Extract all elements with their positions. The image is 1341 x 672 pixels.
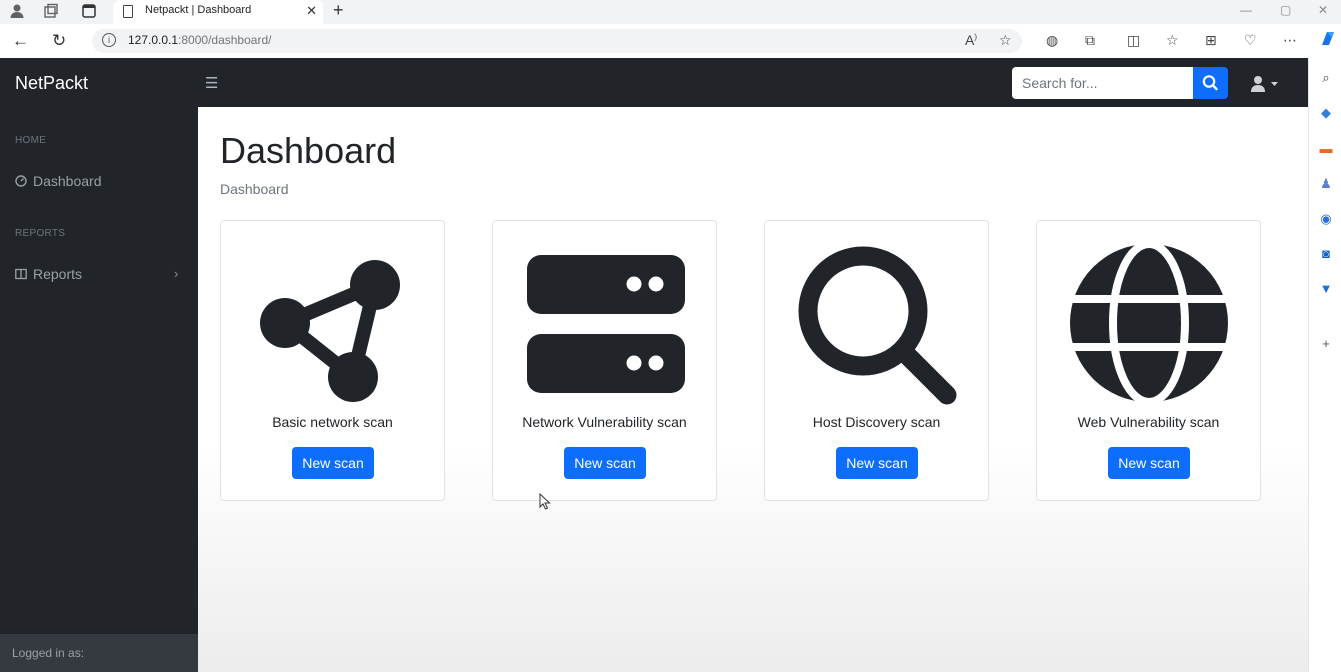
browser-tab-strip: Netpackt | Dashboard ✕ + — ▢ ✕ [0,0,1341,24]
mouse-cursor-icon [539,492,551,515]
collections-icon[interactable]: ⊞ [1205,32,1217,49]
profile-icon[interactable] [8,3,26,21]
browser-tab-active[interactable]: Netpackt | Dashboard ✕ [113,0,323,24]
new-tab-icon[interactable]: + [333,0,344,21]
site-info-icon[interactable]: i [102,33,116,47]
breadcrumb: Dashboard [220,181,289,197]
user-dropdown[interactable] [1250,75,1282,93]
scan-card-host-discovery: Host Discovery scan New scan [764,220,989,501]
sidebar-toggle-icon[interactable]: ☰ [205,74,218,92]
tools-icon[interactable]: ▬ [1318,141,1334,157]
new-scan-button-host-discovery[interactable]: New scan [836,447,918,479]
sidebar-item-dashboard[interactable]: Dashboard [15,173,102,189]
sidebar-heading-home: HOME [15,135,47,146]
scan-card-title: Web Vulnerability scan [1077,414,1220,430]
main-content: Dashboard Dashboard Basic network scan N… [198,107,1308,672]
logged-in-label: Logged in as: [12,646,85,660]
outlook-icon[interactable]: ◙ [1318,246,1334,262]
scan-card-network-vulnerability: Network Vulnerability scan New scan [492,220,717,501]
browser-toolbar: ← ↻ i 127.0.0.1:8000/dashboard/ A) ☆ ◍ ⧉… [0,24,1341,58]
sidebar-heading-reports: REPORTS [15,228,66,239]
magnifier-icon [795,241,960,406]
user-icon [1251,76,1278,92]
office-icon[interactable]: ◉ [1318,211,1334,227]
server-icon [523,241,688,406]
sidebar-footer: Logged in as: [0,634,198,672]
search-button[interactable] [1193,67,1228,99]
back-icon[interactable]: ← [12,31,29,51]
people-icon[interactable]: ♟ [1318,176,1334,192]
brand-logo[interactable]: NetPackt [15,73,88,94]
scan-card-title: Network Vulnerability scan [522,414,687,430]
copilot-icon[interactable] [1318,29,1338,52]
dashboard-icon [15,175,27,187]
sidebar-item-label: Reports [33,266,83,282]
new-scan-button-web-vulnerability[interactable]: New scan [1108,447,1190,479]
shopping-tag-icon[interactable]: ◆ [1318,105,1334,121]
close-tab-icon[interactable]: ✕ [306,3,317,19]
workspaces-icon[interactable] [42,3,60,21]
page-title: Dashboard [220,130,397,171]
browser-essentials-icon[interactable]: ◍ [1046,32,1058,49]
scan-card-title: Basic network scan [272,414,393,430]
sidebar-item-label: Dashboard [33,173,102,189]
more-options-icon[interactable]: ⋯ [1283,32,1297,49]
close-window-icon[interactable]: ✕ [1318,3,1328,17]
scan-card-title: Host Discovery scan [812,414,941,430]
tab-actions-icon[interactable] [80,3,98,21]
favorites-icon[interactable]: ☆ [1166,32,1179,49]
extensions-icon[interactable]: ⧉ [1085,32,1095,49]
search-sidebar-icon[interactable]: ⌕ [1318,70,1334,86]
globe-icon [1067,240,1232,406]
maximize-icon[interactable]: ▢ [1280,3,1291,17]
read-aloud-icon[interactable]: A) [965,32,977,48]
new-scan-button-basic-network[interactable]: New scan [292,447,374,479]
scan-card-web-vulnerability: Web Vulnerability scan New scan [1036,220,1261,501]
url-host: 127.0.0.1 [128,33,179,47]
edge-sidebar: ⌕ ◆ ▬ ♟ ◉ ◙ ▼ + [1308,58,1341,672]
refresh-icon[interactable]: ↻ [52,31,66,51]
drop-icon[interactable]: ▼ [1318,281,1334,297]
favorite-star-icon[interactable]: ☆ [999,32,1012,49]
columns-icon [15,268,27,280]
browser-tab-title: Netpackt | Dashboard [145,4,252,16]
sidebar-item-reports[interactable]: Reports [15,266,82,282]
search-input[interactable] [1012,67,1193,99]
split-screen-icon[interactable]: ◫ [1127,32,1140,49]
url-text: 127.0.0.1:8000/dashboard/ [128,33,271,47]
address-bar[interactable]: i 127.0.0.1:8000/dashboard/ [92,29,1022,53]
page-favicon-icon [123,5,133,18]
url-path: :8000/dashboard/ [178,33,272,47]
app-navbar: NetPackt ☰ [0,58,1308,107]
minimize-icon[interactable]: — [1240,3,1252,17]
chevron-right-icon[interactable]: › [174,266,178,281]
network-icon [251,241,416,406]
new-scan-button-network-vulnerability[interactable]: New scan [564,447,646,479]
add-sidebar-app-icon[interactable]: + [1318,336,1334,352]
performance-icon[interactable]: ♡ [1244,32,1257,49]
scan-card-basic-network: Basic network scan New scan [220,220,445,501]
search-icon [1202,75,1218,91]
sidebar: HOME Dashboard REPORTS Reports › Logged … [0,107,198,672]
